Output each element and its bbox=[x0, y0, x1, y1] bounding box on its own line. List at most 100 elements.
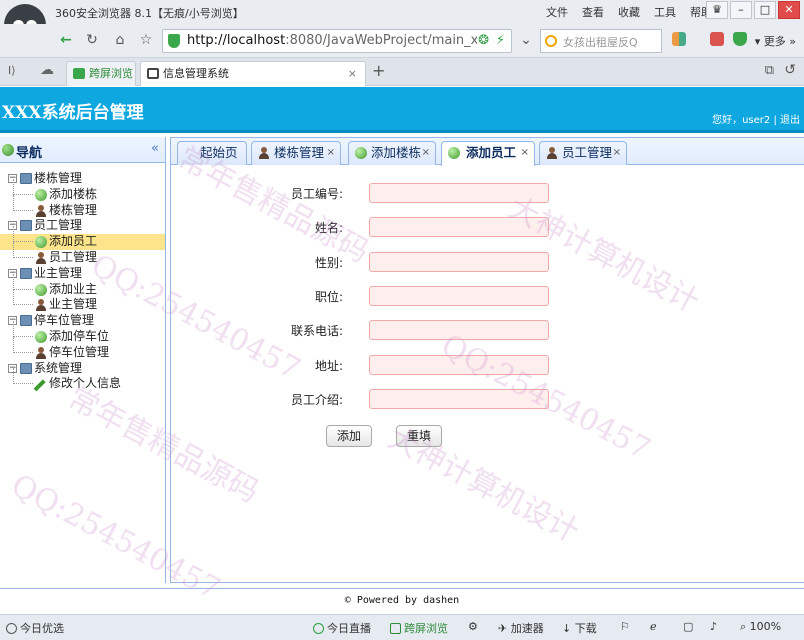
position-label: 职位: bbox=[314, 290, 343, 304]
tree-item-owner-manage[interactable]: 业主管理 bbox=[0, 289, 165, 313]
sidebar-toggle-icon[interactable]: I⟩ bbox=[8, 64, 16, 77]
form-row-gender: 性别: bbox=[171, 250, 804, 274]
search-box[interactable]: 女孩出租屋反Q bbox=[540, 29, 662, 53]
flag-icon[interactable]: ⚐ bbox=[620, 620, 630, 633]
sidebar: 导航 « − 楼栋管理 添加楼栋 楼栋管理 − 员工管理 添加员工 员工管理 − 业主… bbox=[0, 137, 166, 583]
settings-icon[interactable]: ⚙ bbox=[468, 620, 478, 633]
close-tab-icon[interactable]: × bbox=[348, 62, 357, 85]
sidebar-header: 导航 « bbox=[0, 137, 165, 163]
zoom-icon: ⌕ bbox=[740, 620, 747, 633]
mail-icon[interactable] bbox=[710, 32, 724, 46]
name-field[interactable] bbox=[369, 217, 549, 237]
tab-info-system[interactable]: 信息管理系统 × bbox=[140, 61, 366, 86]
today-picks-button[interactable]: 今日优选 bbox=[6, 620, 64, 636]
name-label: 姓名: bbox=[314, 221, 343, 235]
close-tab-icon[interactable]: × bbox=[422, 142, 430, 164]
minimize-button[interactable]: – bbox=[730, 1, 752, 19]
page-icon bbox=[147, 68, 159, 79]
navigation-bar: ← ↻ ⌂ ☆ http://localhost:8080/JavaWebPro… bbox=[0, 24, 804, 58]
browser-title-bar: 360安全浏览器 8.1【无痕/小号浏览】 文件 查看 收藏 工具 帮助 ♛ –… bbox=[0, 0, 804, 46]
close-tab-icon[interactable]: × bbox=[327, 142, 335, 164]
tab-add-employee[interactable]: 添加员工 × bbox=[441, 141, 535, 166]
tab-add-building[interactable]: 添加楼栋 × bbox=[348, 141, 436, 165]
skin-icon[interactable]: ♛ bbox=[706, 1, 728, 19]
add-button[interactable]: 添加 bbox=[326, 425, 372, 447]
employee-id-field[interactable] bbox=[369, 183, 549, 203]
restore-tabs-icon[interactable]: ⧉ bbox=[765, 63, 774, 78]
window-icon[interactable]: ▢ bbox=[683, 620, 693, 633]
add-icon bbox=[35, 330, 47, 343]
address-field[interactable] bbox=[369, 355, 549, 375]
gender-field[interactable] bbox=[369, 252, 549, 272]
accelerator-button[interactable]: ✈ 加速器 bbox=[498, 620, 544, 636]
globe-icon bbox=[2, 144, 14, 156]
employee-id-label: 员工编号: bbox=[290, 187, 343, 201]
tree-item-parking-manage[interactable]: 停车位管理 bbox=[0, 336, 165, 361]
security-shield-icon bbox=[168, 34, 180, 48]
apps-icon[interactable] bbox=[672, 32, 686, 46]
menu-favorites[interactable]: 收藏 bbox=[618, 4, 640, 20]
split-browse-button[interactable]: 跨屏浏览 bbox=[390, 620, 448, 636]
intro-field[interactable] bbox=[369, 389, 549, 409]
split-screen-icon bbox=[73, 68, 85, 79]
app-header: XXX系统后台管理 您好，user2 | 退出 bbox=[0, 87, 804, 133]
position-field[interactable] bbox=[369, 286, 549, 306]
search-input[interactable]: 女孩出租屋反Q bbox=[563, 34, 638, 50]
page-footer: © Powered by dashen bbox=[0, 588, 804, 614]
lightning-icon[interactable]: ⚡ bbox=[496, 33, 505, 48]
menu-view[interactable]: 查看 bbox=[582, 4, 604, 20]
close-tab-icon[interactable]: × bbox=[521, 142, 529, 164]
close-tab-icon[interactable]: × bbox=[613, 142, 621, 164]
browser-title: 360安全浏览器 8.1【无痕/小号浏览】 bbox=[55, 7, 244, 20]
reload-ring-icon[interactable]: ❂ bbox=[478, 33, 489, 48]
zoom-control[interactable]: ⌕ 100% bbox=[740, 620, 781, 634]
address-label: 地址: bbox=[314, 359, 343, 373]
tab-home[interactable]: 起始页 bbox=[177, 141, 247, 165]
form-row-position: 职位: bbox=[171, 284, 804, 308]
tree-item-employee-manage[interactable]: 员工管理 bbox=[0, 241, 165, 266]
close-button[interactable]: ✕ bbox=[778, 1, 800, 19]
add-icon bbox=[35, 283, 47, 296]
download-button[interactable]: ↓ 下载 bbox=[562, 620, 597, 636]
form-row-phone: 联系电话: bbox=[171, 318, 804, 342]
ie-icon[interactable]: ℯ bbox=[650, 620, 657, 633]
tree-item-building-manage[interactable]: 楼栋管理 bbox=[0, 194, 165, 219]
maximize-button[interactable]: □ bbox=[754, 1, 776, 19]
collapse-icon[interactable]: « bbox=[151, 141, 159, 156]
user-icon bbox=[35, 299, 47, 312]
new-tab-button[interactable]: + bbox=[372, 61, 385, 80]
star-icon[interactable]: ☆ bbox=[136, 30, 156, 50]
form-row-employee-id: 员工编号: bbox=[171, 181, 804, 205]
split-screen-icon bbox=[390, 623, 401, 634]
live-button[interactable]: 今日直播 bbox=[313, 620, 371, 636]
menu-tools[interactable]: 工具 bbox=[654, 4, 676, 20]
add-icon bbox=[448, 147, 460, 159]
user-icon bbox=[35, 346, 47, 359]
search-engine-icon bbox=[545, 35, 557, 47]
gender-label: 性别: bbox=[314, 256, 343, 270]
menu-file[interactable]: 文件 bbox=[546, 4, 568, 20]
more-button[interactable]: ▾ 更多 » bbox=[755, 33, 796, 49]
pencil-icon bbox=[33, 379, 46, 392]
add-icon bbox=[355, 147, 367, 159]
tab-employee-manage[interactable]: 员工管理 × bbox=[539, 141, 627, 165]
add-icon bbox=[35, 188, 47, 201]
tab-split-browse[interactable]: 跨屏浏览 bbox=[66, 61, 136, 86]
address-bar[interactable]: http://localhost:8080/JavaWebProject/mai… bbox=[162, 29, 512, 53]
tree-item-edit-profile[interactable]: 修改个人信息 bbox=[0, 368, 165, 392]
phone-field[interactable] bbox=[369, 320, 549, 340]
user-info[interactable]: 您好，user2 | 退出 bbox=[712, 111, 800, 126]
back-arrow-icon[interactable]: ← bbox=[56, 30, 76, 50]
chevron-down-icon[interactable]: ⌄ bbox=[516, 30, 536, 50]
home-icon[interactable]: ⌂ bbox=[110, 30, 130, 50]
undo-icon[interactable]: ↺ bbox=[784, 62, 796, 78]
refresh-icon[interactable]: ↻ bbox=[82, 30, 102, 50]
play-icon bbox=[313, 623, 324, 634]
reset-button[interactable]: 重填 bbox=[396, 425, 442, 447]
cloud-icon[interactable]: ☁ bbox=[40, 62, 54, 78]
nav-tree: − 楼栋管理 添加楼栋 楼栋管理 − 员工管理 添加员工 员工管理 − 业主管理 添加… bbox=[0, 163, 165, 392]
url-text[interactable]: http://localhost:8080/JavaWebProject/mai… bbox=[187, 33, 477, 48]
guard-icon[interactable] bbox=[733, 32, 747, 46]
tab-building-manage[interactable]: 楼栋管理 × bbox=[251, 141, 341, 165]
volume-icon[interactable]: ♪ bbox=[710, 620, 717, 633]
